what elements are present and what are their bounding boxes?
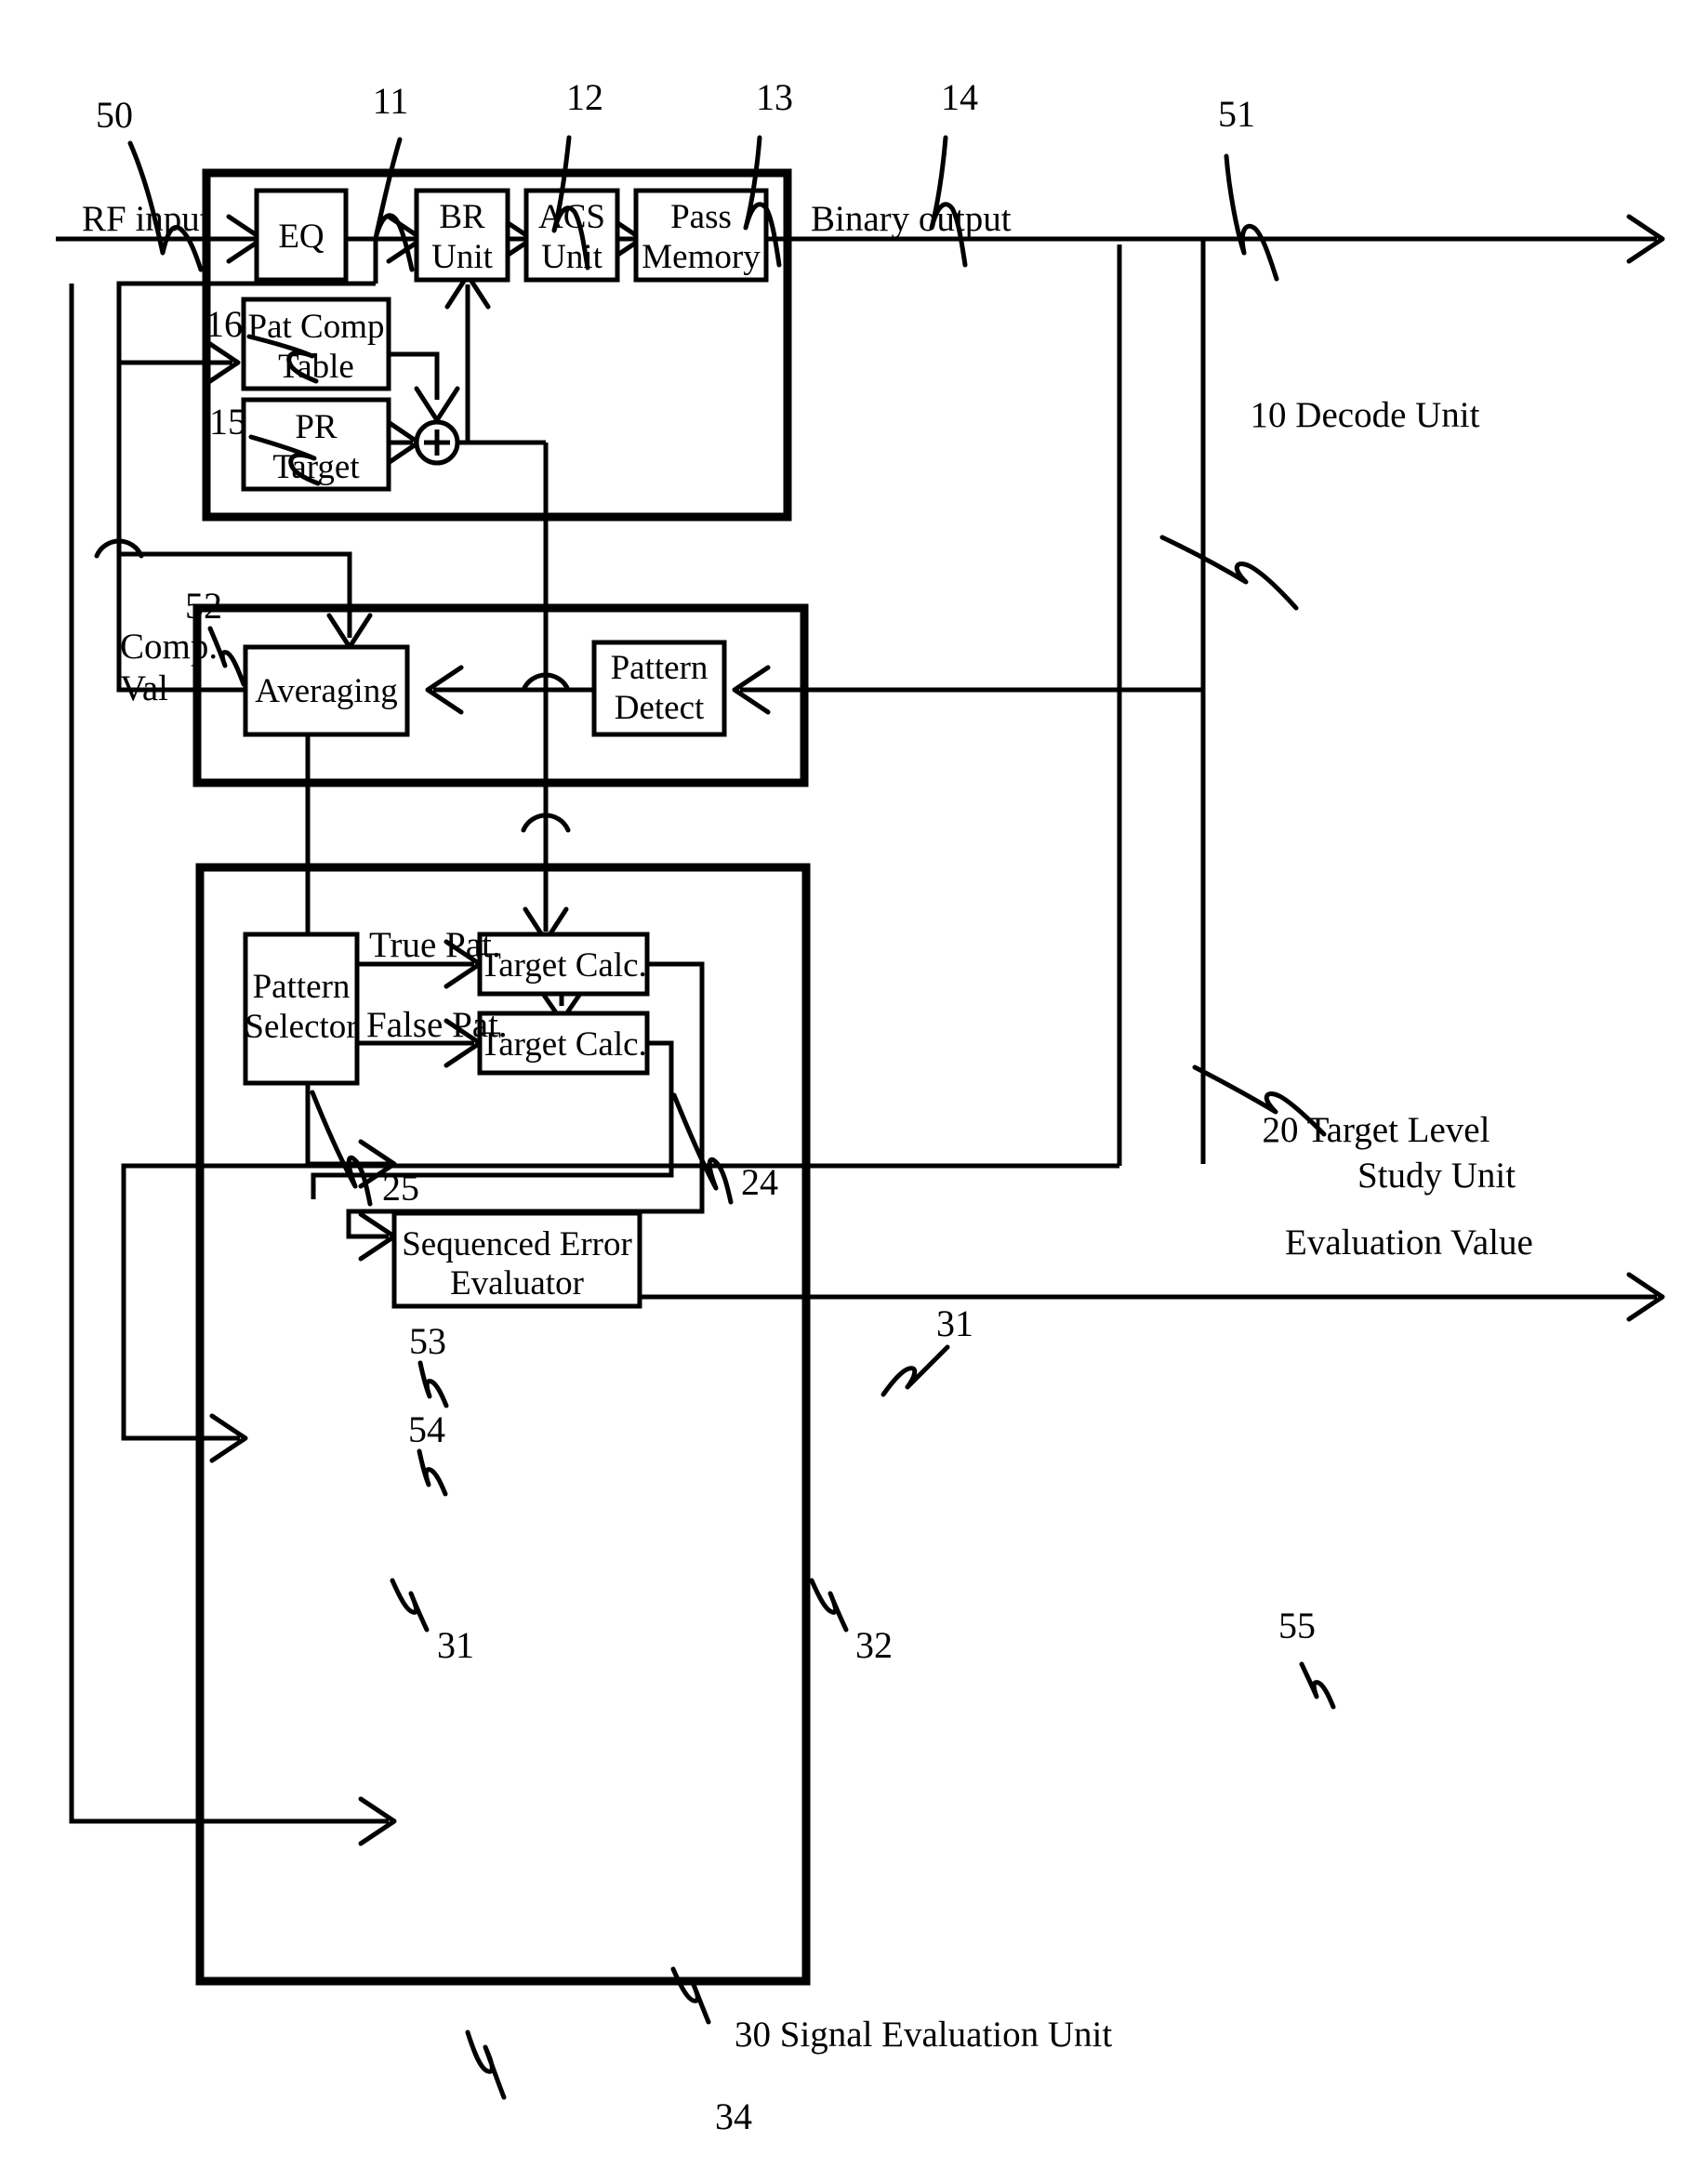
leader-11 [373,137,415,272]
leader-50 [127,140,204,272]
leader-10-unit [1159,535,1299,611]
leader-30 [670,1966,711,2025]
leader-55 [1299,1661,1336,1710]
leader-54 [417,1448,448,1497]
leader-31-selector [390,1578,430,1633]
leader-25 [310,1090,373,1207]
leader-15 [248,434,321,486]
leader-31-top [880,1344,950,1397]
leader-layer [127,135,1336,2100]
leader-14 [929,135,968,268]
leader-16 [246,334,319,384]
leader-20-unit [1192,1064,1327,1137]
leader-13 [743,135,782,268]
leader-24 [671,1092,734,1205]
figure-canvas: EQ BR Unit ACS Unit Pass Memory Pat Comp… [0,0,1708,2168]
leader-52 [207,626,246,687]
leader-32 [809,1578,849,1633]
leader-51 [1224,153,1279,282]
leader-53 [417,1360,449,1408]
leader-34 [465,2029,507,2100]
leader-12 [551,135,590,271]
